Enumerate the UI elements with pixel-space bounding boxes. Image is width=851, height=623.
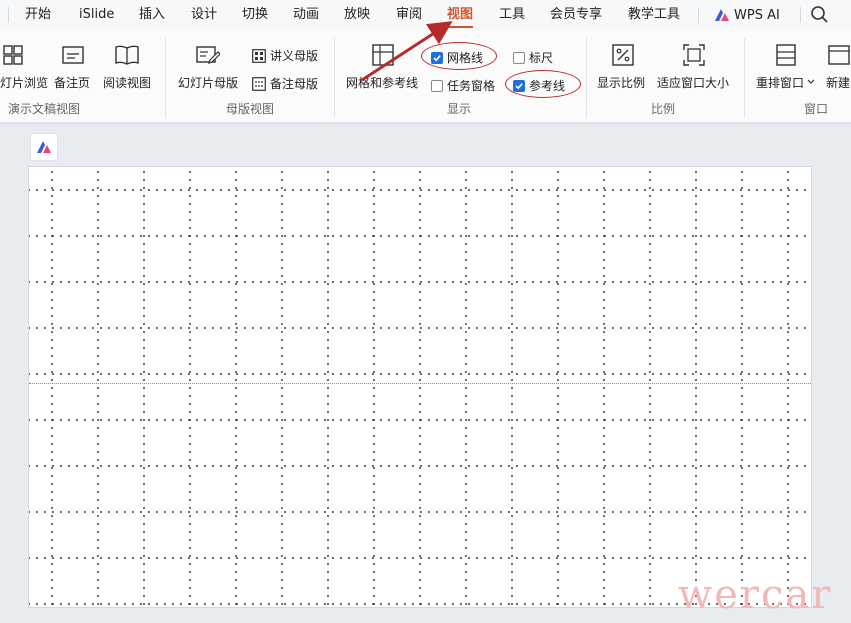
task-pane-check-icon <box>431 79 443 92</box>
notes-master-button[interactable]: 备注母版 <box>252 75 318 92</box>
wps-ai-icon <box>715 9 729 21</box>
group-separator <box>744 38 745 118</box>
gridlines-label: 网格线 <box>447 51 484 65</box>
notes-page-icon <box>62 46 84 64</box>
guides-checkbox[interactable]: 参考线 <box>513 77 565 94</box>
fit-window-icon <box>683 44 705 66</box>
menu-tools[interactable]: 工具 <box>499 6 525 24</box>
group-separator <box>334 38 335 118</box>
guides-check-icon <box>513 79 525 92</box>
notes-page-label: 备注页 <box>54 76 91 90</box>
handout-master-label: 讲义母版 <box>270 49 319 63</box>
wps-ai-label: WPS AI <box>734 7 780 23</box>
islide-logo-icon <box>37 141 51 153</box>
menu-design[interactable]: 设计 <box>191 6 217 24</box>
ruler-check-icon <box>513 51 525 64</box>
notes-page-button[interactable]: 备注页 <box>54 30 94 100</box>
group-label-display: 显示 <box>447 102 472 116</box>
reading-view-label: 阅读视图 <box>103 76 152 90</box>
search-button[interactable] <box>810 5 830 25</box>
horizontal-guide-line[interactable] <box>29 383 811 384</box>
menu-animation[interactable]: 动画 <box>293 6 319 24</box>
fit-window-button[interactable]: 适应窗口大小 <box>657 30 731 100</box>
chevron-down-icon <box>807 79 815 84</box>
new-window-icon <box>828 45 850 65</box>
grid-and-guides-label: 网格和参考线 <box>346 76 419 90</box>
task-pane-checkbox[interactable]: 任务窗格 <box>431 77 495 94</box>
slide-master-button[interactable]: 幻灯片母版 <box>178 30 240 100</box>
menu-bar: 开始 iSlide 插入 设计 切换 动画 放映 审阅 视图 工具 会员专享 教… <box>0 0 851 30</box>
rearrange-window-icon <box>776 44 796 66</box>
menu-islide[interactable]: iSlide <box>79 6 114 24</box>
zoom-percent-icon <box>612 44 634 66</box>
search-icon <box>811 6 828 23</box>
ruler-label: 标尺 <box>529 51 554 65</box>
handout-master-button[interactable]: 讲义母版 <box>252 47 318 64</box>
group-separator <box>165 38 166 118</box>
slide-master-label: 幻灯片母版 <box>178 76 239 90</box>
grid-guides-icon <box>372 44 394 66</box>
menu-slideshow[interactable]: 放映 <box>344 6 370 24</box>
slide-canvas[interactable] <box>28 166 812 608</box>
zoom-ratio-label: 显示比例 <box>597 76 646 90</box>
menu-review[interactable]: 审阅 <box>396 6 422 24</box>
group-label-master-view: 母版视图 <box>226 102 275 116</box>
new-window-label: 新建 <box>826 76 851 90</box>
zoom-ratio-button[interactable]: 显示比例 <box>597 30 647 100</box>
menu-teaching-tools[interactable]: 教学工具 <box>628 6 680 24</box>
ruler-checkbox[interactable]: 标尺 <box>513 49 553 66</box>
reading-view-button[interactable]: 阅读视图 <box>103 30 155 100</box>
open-book-icon <box>115 45 139 65</box>
slide-browse-label: 灯片浏览 <box>0 76 49 90</box>
task-pane-label: 任务窗格 <box>447 79 496 93</box>
group-separator <box>586 38 587 118</box>
wps-ai-button[interactable]: WPS AI <box>714 6 780 24</box>
rearrange-window-button[interactable]: 重排窗口 <box>756 30 816 100</box>
grid-and-guides-button[interactable]: 网格和参考线 <box>346 30 420 100</box>
group-label-zoom: 比例 <box>651 102 676 116</box>
islide-logo-button[interactable] <box>30 133 58 161</box>
active-tab-indicator <box>447 26 473 28</box>
guides-label: 参考线 <box>529 79 566 93</box>
menu-home[interactable]: 开始 <box>25 6 51 24</box>
menu-separator <box>800 7 801 23</box>
notes-master-icon <box>252 76 266 91</box>
menu-view[interactable]: 视图 <box>447 6 473 24</box>
new-window-button[interactable]: 新建 <box>826 30 851 100</box>
notes-master-label: 备注母版 <box>270 77 319 91</box>
rearrange-window-label: 重排窗口 <box>756 76 805 90</box>
slide-master-icon <box>196 46 220 64</box>
handout-master-icon <box>252 48 266 63</box>
menu-insert[interactable]: 插入 <box>139 6 165 24</box>
menu-separator <box>698 7 699 23</box>
group-label-presentation-view: 演示文稿视图 <box>8 102 81 116</box>
gridlines-checkbox[interactable]: 网格线 <box>431 49 483 66</box>
fit-window-label: 适应窗口大小 <box>657 76 730 90</box>
menu-separator <box>8 7 9 23</box>
menu-membership[interactable]: 会员专享 <box>550 6 602 24</box>
slide-browse-button[interactable]: 灯片浏览 <box>0 30 49 100</box>
group-label-window: 窗口 <box>804 102 829 116</box>
gridlines-check-icon <box>431 51 443 64</box>
menu-transition[interactable]: 切换 <box>242 6 268 24</box>
slide-sorter-icon <box>3 45 23 65</box>
ribbon: 灯片浏览 备注页 阅读视图 演示文稿视图 幻灯片母版 讲义母版 备注母版 母版视… <box>0 30 851 123</box>
